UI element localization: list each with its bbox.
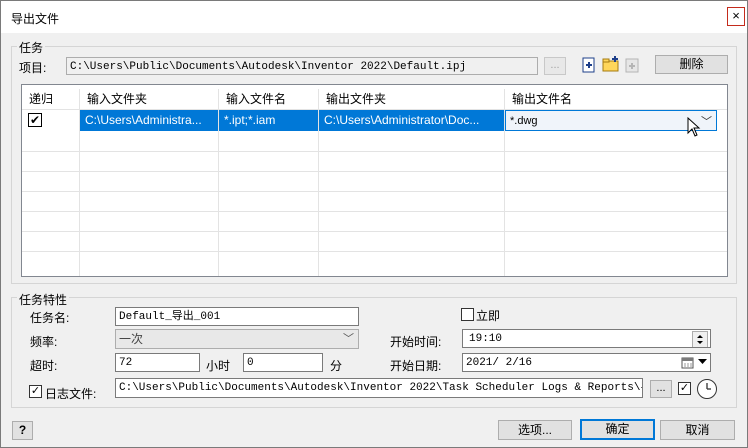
add-file-disabled-icon: [624, 56, 642, 74]
time-spinner[interactable]: [692, 331, 708, 347]
timeout-hours-input[interactable]: 72: [115, 353, 200, 372]
cancel-button[interactable]: 取消: [660, 420, 735, 440]
grid-line: [22, 211, 727, 212]
grid-line: [22, 151, 727, 152]
new-task-icon[interactable]: [580, 56, 598, 74]
task-grid: 递归 输入文件夹 输入文件名 输出文件夹 输出文件名 ✔ C:\Users\Ad…: [21, 84, 728, 277]
column-header-output-name[interactable]: 输出文件名: [505, 89, 727, 110]
grid-line: [22, 231, 727, 232]
frequency-select[interactable]: 一次 ﹀: [115, 329, 359, 349]
table-row[interactable]: ✔ C:\Users\Administra... *.ipt;*.iam C:\…: [22, 110, 727, 131]
chevron-down-icon: ﹀: [701, 116, 712, 128]
log-browse-button[interactable]: ...: [650, 380, 672, 398]
schedule-checkbox[interactable]: ✓: [678, 382, 691, 395]
column-header-output-folder[interactable]: 输出文件夹: [319, 89, 505, 110]
log-file-path-input[interactable]: C:\Users\Public\Documents\Autodesk\Inven…: [115, 378, 643, 398]
input-name-cell[interactable]: *.ipt;*.iam: [219, 110, 318, 131]
grid-line: [22, 251, 727, 252]
clock-icon[interactable]: [696, 378, 718, 400]
project-path-field: C:\Users\Public\Documents\Autodesk\Inven…: [66, 57, 538, 75]
timeout-label: 超时:: [30, 359, 58, 373]
calendar-icon[interactable]: [681, 356, 694, 369]
output-name-combo[interactable]: *.dwg ﹀: [505, 110, 717, 131]
grid-line: [22, 171, 727, 172]
start-time-label: 开始时间:: [390, 335, 442, 349]
window-title: 导出文件: [11, 12, 60, 26]
help-button[interactable]: ?: [12, 421, 33, 440]
frequency-label: 频率:: [30, 335, 58, 349]
immediate-label: 立即: [476, 309, 501, 323]
options-button[interactable]: 选项...: [498, 420, 572, 440]
column-header-recursive[interactable]: 递归: [22, 89, 80, 110]
delete-button[interactable]: 删除: [655, 55, 728, 74]
close-button[interactable]: ×: [727, 7, 745, 26]
recursive-checkbox[interactable]: ✔: [28, 113, 42, 127]
task-name-label: 任务名:: [30, 311, 70, 325]
recursive-cell: ✔: [22, 110, 79, 131]
task-name-input[interactable]: Default_导出_001: [115, 307, 359, 326]
immediate-checkbox[interactable]: [461, 308, 474, 321]
output-name-value: *.dwg: [510, 115, 538, 127]
frequency-value: 一次: [119, 332, 144, 346]
chevron-down-icon: ﹀: [343, 333, 354, 345]
grid-line: [22, 191, 727, 192]
log-file-label: 日志文件:: [45, 387, 97, 401]
start-time-value: 19:10: [469, 333, 503, 345]
title-bar: 导出文件: [1, 1, 747, 33]
input-folder-cell[interactable]: C:\Users\Administra...: [80, 110, 218, 131]
project-label: 项目:: [19, 61, 47, 75]
task-properties-label: 任务特性: [17, 291, 70, 308]
column-header-input-folder[interactable]: 输入文件夹: [80, 89, 219, 110]
tasks-group-label: 任务: [17, 39, 46, 56]
start-date-label: 开始日期:: [390, 359, 442, 373]
mouse-pointer-icon: [687, 117, 701, 137]
output-folder-cell[interactable]: C:\Users\Administrator\Doc...: [319, 110, 504, 131]
start-date-picker[interactable]: 2021/ 2/16: [462, 353, 711, 372]
log-file-checkbox[interactable]: ✓: [29, 385, 42, 398]
ok-button[interactable]: 确定: [580, 419, 655, 440]
timeout-minutes-input[interactable]: 0: [243, 353, 323, 372]
start-date-value: 2021/ 2/16: [466, 357, 533, 369]
start-time-input[interactable]: 19:10: [462, 329, 711, 348]
chevron-down-icon[interactable]: [698, 359, 707, 365]
add-folder-icon[interactable]: [602, 55, 620, 73]
minutes-label: 分: [330, 359, 343, 373]
column-header-input-name[interactable]: 输入文件名: [219, 89, 319, 110]
hours-label: 小时: [206, 359, 231, 373]
project-browse-button[interactable]: ...: [544, 57, 566, 75]
